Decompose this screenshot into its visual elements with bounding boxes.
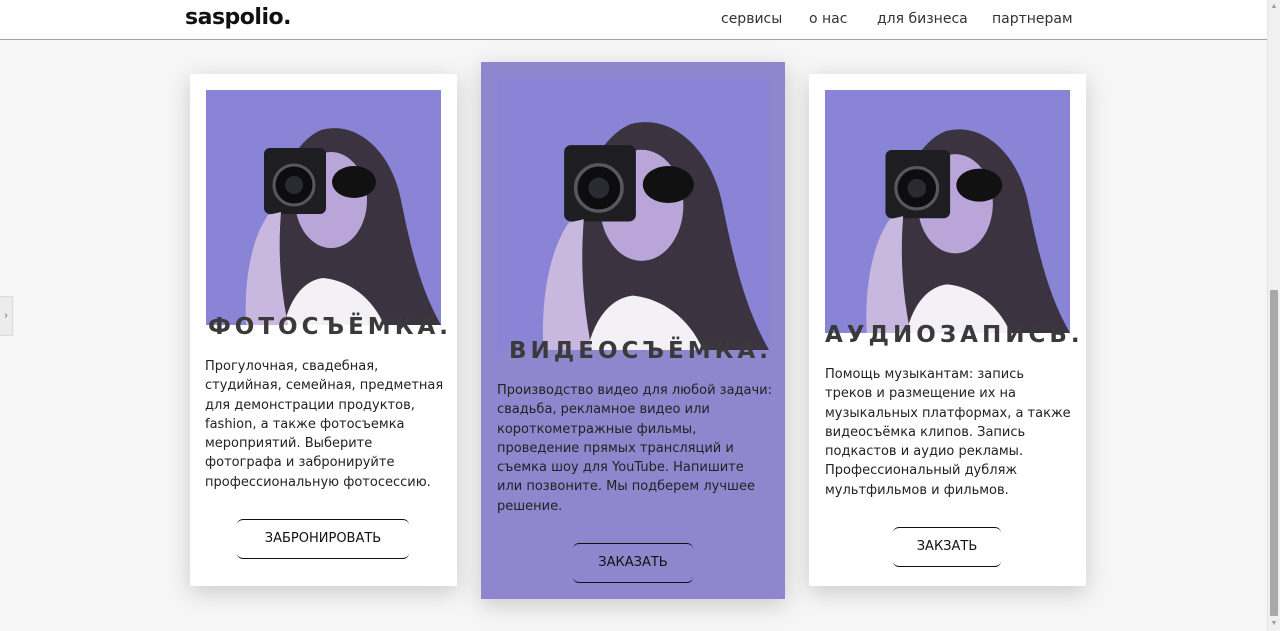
nav-item-services[interactable]: сервисы [721,11,782,27]
scrollbar-thumb[interactable] [1270,290,1278,616]
nav-item-partners[interactable]: партнерам [992,11,1073,27]
card-photo-image [497,78,769,350]
card-photo-image [825,90,1070,333]
woman-with-camera-photo [825,90,1070,333]
main-nav: сервисы о нас для бизнеса партнерам [0,11,1267,31]
service-card-audio: АУДИОЗАПИСЬ. Помощь музыкантам: запись т… [809,74,1086,586]
service-card-video: ВИДЕОСЪЁМКА. Производство видео для любо… [481,62,785,599]
card-title: ВИДЕОСЪЁМКА. [509,338,772,364]
side-panel-toggle[interactable]: › [0,296,13,336]
order-button-label: ЗАКЗАТЬ [916,539,978,554]
card-photo-image [206,90,441,325]
order-button[interactable]: ЗАКАЗАТЬ [573,543,693,583]
book-button-label: ЗАБРОНИРОВАТЬ [264,531,382,546]
woman-with-camera-photo [206,90,441,325]
nav-item-about[interactable]: о нас [809,11,847,27]
card-title: АУДИОЗАПИСЬ. [825,322,1084,348]
order-button[interactable]: ЗАКЗАТЬ [893,527,1001,567]
book-button[interactable]: ЗАБРОНИРОВАТЬ [237,519,409,559]
page-scrollbar[interactable]: ▲ ▼ [1267,0,1280,631]
card-description: Производство видео для любой задачи: сва… [497,383,772,514]
service-card-photo: ФОТОСЪЁМКА. Прогулочная, свадебная, студ… [190,74,457,586]
nav-item-business[interactable]: для бизнеса [877,11,968,27]
card-description: Прогулочная, свадебная, студийная, семей… [205,359,444,490]
site-header: saspolio. сервисы о нас для бизнеса парт… [0,0,1267,40]
card-description: Помощь музыкантам: запись треков и разме… [825,367,1071,498]
woman-with-camera-photo [497,78,769,350]
scroll-down-arrow-icon[interactable]: ▼ [1268,617,1280,631]
order-button-label: ЗАКАЗАТЬ [598,555,668,570]
card-title: ФОТОСЪЁМКА. [208,314,453,340]
scroll-up-arrow-icon[interactable]: ▲ [1268,0,1280,14]
